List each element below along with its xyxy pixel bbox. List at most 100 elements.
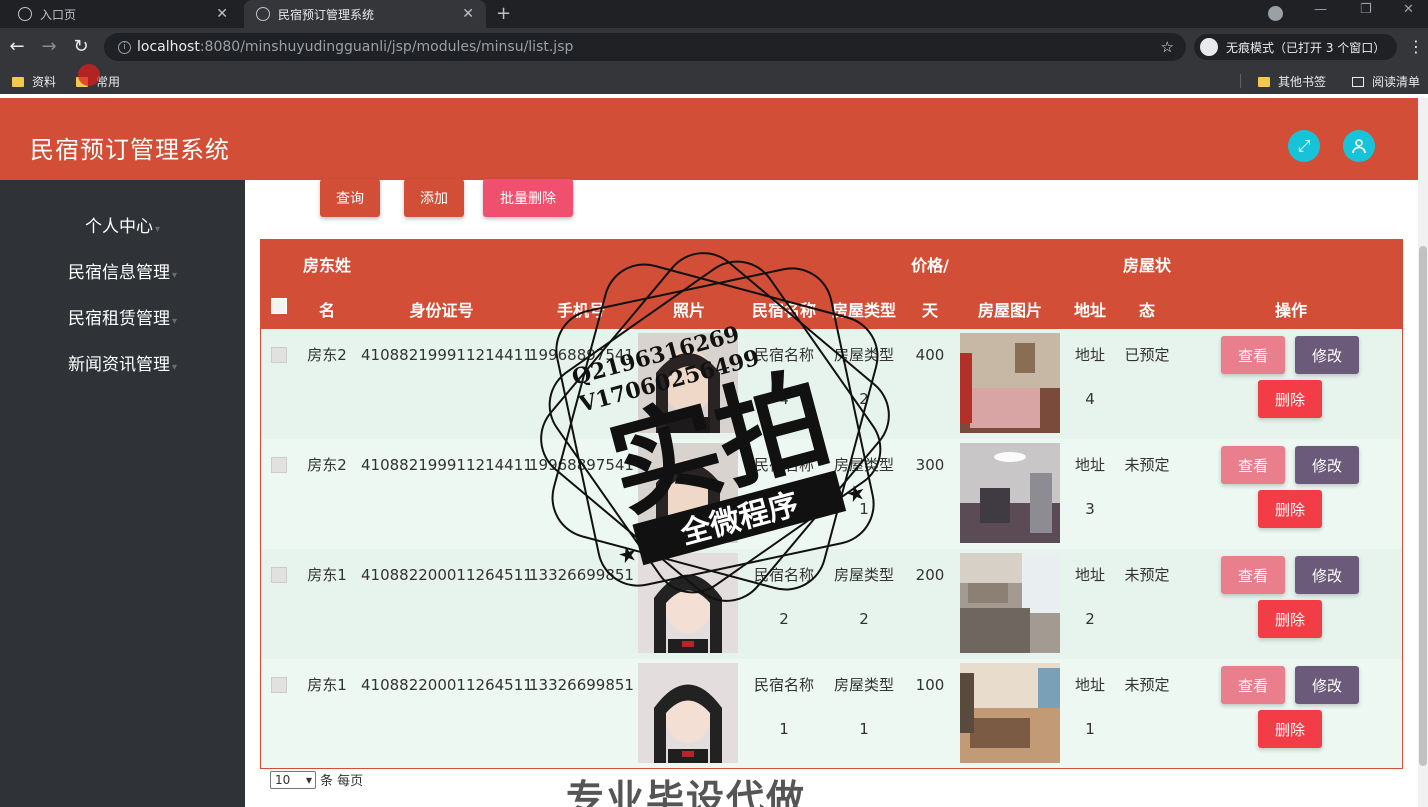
delete-button[interactable]: 删除 [1258,600,1322,638]
info-icon[interactable]: i [118,40,131,54]
th-address: 地址 [1073,301,1106,320]
scrollbar-thumb[interactable] [1419,246,1427,766]
query-button[interactable]: 查询 [320,179,380,217]
page-size-select[interactable]: 10 ▾ [270,770,316,789]
reading-list[interactable]: 阅读清单 [1352,73,1420,90]
minimize-icon[interactable]: — [1314,2,1327,17]
mouse-cursor [78,64,100,86]
bookmark-folder[interactable]: 资料 [12,73,56,90]
cell-type-2: 1 [859,500,869,518]
view-button[interactable]: 查看 [1221,336,1285,374]
row-checkbox[interactable] [271,677,287,693]
sidebar-item-label: 新闻资讯管理 [67,355,170,375]
delete-button[interactable]: 删除 [1258,490,1322,528]
new-tab-icon[interactable]: + [496,3,511,24]
page-size-value: 10 [275,772,291,787]
cell-address-1: 地址 [1074,566,1105,584]
cell-address-1: 地址 [1074,676,1105,694]
cell-phone: 19968897541 [529,456,633,474]
incognito-label: 无痕模式（已打开 3 个窗口） [1226,40,1386,55]
bookmark-star-icon[interactable]: ☆ [1161,38,1174,56]
cell-type-1: 房屋类型 [833,456,894,474]
cell-status: 未预定 [1124,456,1170,474]
house-image [960,443,1060,543]
sidebar-item-label: 民宿信息管理 [67,263,170,283]
maximize-icon[interactable]: ❐ [1360,2,1372,17]
table-row: 房东1 410882200011264511 13326699851 民宿名称 … [261,549,1402,659]
sidebar-item-rental[interactable]: 民宿租赁管理 ▾ [0,304,245,329]
landlord-photo [638,553,738,653]
sidebar-item-news[interactable]: 新闻资讯管理 ▾ [0,350,245,375]
th-phone: 手机号 [556,301,605,320]
back-icon[interactable]: ← [6,36,28,57]
user-button[interactable] [1343,130,1375,162]
bookmark-label: 阅读清单 [1372,75,1421,89]
sidebar: 个人中心 ▾ 民宿信息管理 ▾ 民宿租赁管理 ▾ 新闻资讯管理 ▾ [0,180,245,807]
cell-name-1: 民宿名称 [753,566,814,584]
cell-status: 已预定 [1124,346,1170,364]
cell-landlord: 房东2 [307,346,347,364]
folder-icon [12,76,24,87]
reading-list-icon [1352,76,1364,87]
view-button[interactable]: 查看 [1221,556,1285,594]
delete-button[interactable]: 删除 [1258,710,1322,748]
cell-price: 100 [915,676,945,694]
th-type: 房屋类型 [831,301,896,320]
th-status-2: 态 [1138,301,1155,320]
cell-id-card: 410882199911214411 [361,456,533,474]
row-checkbox[interactable] [271,457,287,473]
cell-landlord: 房东1 [307,676,347,694]
menu-icon[interactable]: ⋮ [1408,37,1424,56]
table-row: 房东2 410882199911214411 19968897541 民宿名称 … [261,439,1402,549]
edit-button[interactable]: 修改 [1295,556,1359,594]
delete-button[interactable]: 删除 [1258,380,1322,418]
edit-button[interactable]: 修改 [1295,666,1359,704]
table-header: 房东姓 名 身份证号 手机号 照片 民宿名称 房屋类型 价格/ 天 房屋图片 地… [261,240,1402,329]
url-host: localhost [137,39,200,55]
tab-system[interactable]: 民宿预订管理系统 ✕ [244,0,486,28]
cell-price: 300 [915,456,945,474]
window-close-icon[interactable]: ✕ [1403,2,1414,17]
cell-name-1: 民宿名称 [753,456,814,474]
bookmark-folder[interactable]: 其他书签 [1258,73,1326,90]
cell-status: 未预定 [1124,676,1170,694]
incognito-badge[interactable]: 无痕模式（已打开 3 个窗口） [1194,34,1398,60]
globe-icon [18,7,32,21]
edit-button[interactable]: 修改 [1295,446,1359,484]
cell-name-2: 1 [779,720,789,738]
bookmark-label: 其他书签 [1278,75,1327,89]
reload-icon[interactable]: ↻ [70,36,92,57]
close-icon[interactable]: ✕ [216,6,228,22]
edit-button[interactable]: 修改 [1295,336,1359,374]
cell-price: 400 [915,346,945,364]
row-checkbox[interactable] [271,567,287,583]
expand-icon: ⤢ [1297,136,1311,155]
select-all-checkbox[interactable] [271,298,287,314]
cell-name-2: 2 [779,610,789,628]
site-icon [256,7,270,21]
sidebar-item-homestay-info[interactable]: 民宿信息管理 ▾ [0,258,245,283]
url-input[interactable]: i localhost:8080/minshuyudingguanli/jsp/… [104,33,1186,61]
caret-down-icon: ▾ [171,316,178,327]
tab-entry[interactable]: 入口页 ✕ [6,0,240,28]
th-price-1: 价格/ [911,256,949,275]
view-button[interactable]: 查看 [1221,666,1285,704]
view-button[interactable]: 查看 [1221,446,1285,484]
add-button[interactable]: 添加 [404,179,464,217]
cell-type-2: 1 [859,720,869,738]
batch-delete-button[interactable]: 批量删除 [483,179,573,217]
tab-search-icon[interactable] [1268,6,1283,21]
caret-down-icon: ▾ [154,224,161,235]
cell-landlord: 房东2 [307,456,347,474]
cell-price: 200 [915,566,945,584]
watermark-bottom: 专业毕设代做 [566,777,807,807]
forward-icon[interactable]: → [38,36,60,57]
th-landlord-2: 名 [318,301,335,320]
th-name: 民宿名称 [751,301,816,320]
close-icon[interactable]: ✕ [462,6,474,22]
row-checkbox[interactable] [271,347,287,363]
landlord-photo [638,443,738,543]
fullscreen-button[interactable]: ⤢ [1288,130,1320,162]
bookmarks-bar: 资料 常用 其他书签 阅读清单 [0,66,1428,94]
sidebar-item-personal-center[interactable]: 个人中心 ▾ [0,212,245,237]
